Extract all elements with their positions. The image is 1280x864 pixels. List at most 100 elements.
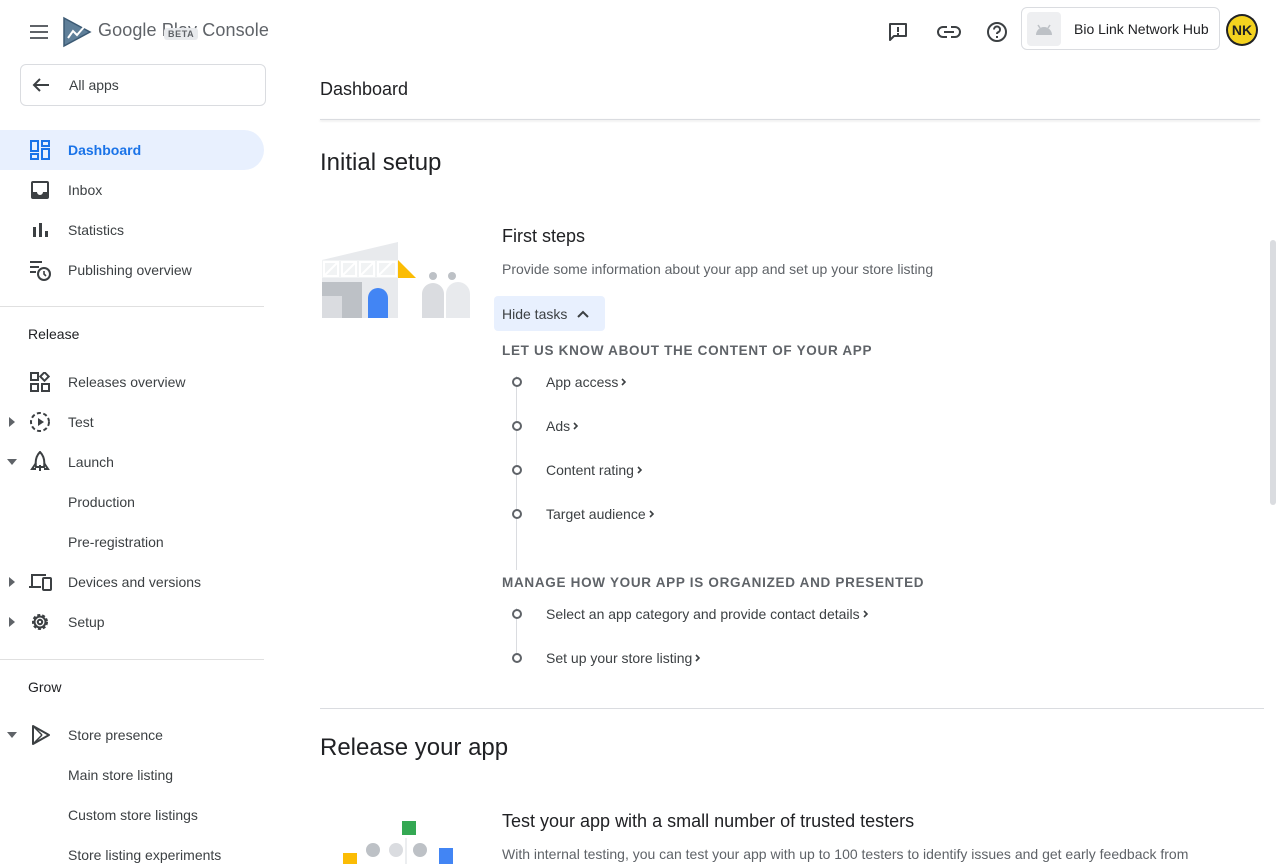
sidebar-item-label: Custom store listings [68, 807, 198, 823]
sidebar-item-label: Test [68, 414, 94, 430]
task-target-audience[interactable]: Target audience [510, 503, 655, 525]
sidebar-item-devices-and-versions[interactable]: Devices and versions [0, 562, 264, 602]
sidebar-item-dashboard[interactable]: Dashboard [0, 130, 264, 170]
chevron-right-icon [573, 421, 579, 431]
testers-illustration [343, 821, 453, 864]
arrow-back-icon [32, 78, 49, 92]
sidebar-item-publishing-overview[interactable]: Publishing overview [0, 250, 264, 290]
title-divider [320, 119, 1260, 120]
sidebar-item-releases-overview[interactable]: Releases overview [0, 362, 264, 402]
task-content-rating[interactable]: Content rating [510, 459, 643, 481]
task-app-category[interactable]: Select an app category and provide conta… [510, 603, 869, 625]
sidebar-item-label: Production [68, 494, 135, 510]
task-status-dot [512, 377, 522, 387]
feedback-button[interactable] [882, 16, 914, 48]
page-title: Dashboard [320, 79, 409, 99]
task-status-dot [512, 509, 522, 519]
sidebar-item-test[interactable]: Test [0, 402, 264, 442]
avatar-initials: NK [1228, 16, 1256, 44]
gear-icon [28, 610, 52, 634]
caret-right-icon [6, 416, 18, 428]
link-icon [937, 26, 961, 38]
chevron-right-icon [863, 609, 869, 619]
section-heading-release: Release [28, 326, 80, 342]
task-status-dot [512, 465, 522, 475]
sidebar-item-pre-registration[interactable]: Pre-registration [0, 522, 264, 562]
sidebar-item-setup[interactable]: Setup [0, 602, 264, 642]
help-icon [987, 22, 1007, 42]
avatar[interactable]: NK [1226, 14, 1258, 46]
chevron-right-icon [621, 377, 627, 387]
task-store-listing[interactable]: Set up your store listing [510, 647, 701, 669]
caret-right-icon [6, 576, 18, 588]
first-steps-description: Provide some information about your app … [502, 261, 934, 277]
app-name: Bio Link Network Hub [1074, 20, 1209, 37]
first-steps-illustration [322, 242, 470, 318]
task-label: Select an app category and provide conta… [546, 606, 860, 622]
sidebar-item-label: Launch [68, 454, 114, 470]
scrollbar-thumb[interactable] [1270, 240, 1276, 505]
chevron-up-icon [577, 310, 590, 318]
sidebar-item-production[interactable]: Production [0, 482, 264, 522]
test-app-title: Test your app with a small number of tru… [502, 811, 915, 831]
task-ads[interactable]: Ads [510, 415, 579, 437]
caret-down-icon [6, 456, 18, 468]
task-label: Ads [546, 418, 571, 434]
sidebar-item-store-listing-experiments[interactable]: Store listing experiments [0, 835, 264, 864]
bar-chart-icon [28, 218, 52, 242]
chevron-right-icon [637, 465, 643, 475]
help-button[interactable] [981, 16, 1013, 48]
first-steps-title: First steps [502, 226, 586, 246]
inbox-icon [28, 178, 52, 202]
android-icon [1027, 11, 1061, 46]
chevron-right-icon [695, 653, 701, 663]
hide-tasks-button[interactable]: Hide tasks [494, 296, 605, 331]
publishing-overview-icon [28, 258, 52, 282]
caret-right-icon [6, 616, 18, 628]
task-label: Target audience [546, 506, 646, 522]
releases-overview-icon [28, 370, 52, 394]
feedback-icon [889, 23, 907, 41]
hide-tasks-label: Hide tasks [502, 305, 568, 322]
sidebar-item-main-store-listing[interactable]: Main store listing [0, 755, 264, 795]
sidebar-item-inbox[interactable]: Inbox [0, 170, 264, 210]
sidebar-item-label: Releases overview [68, 374, 186, 390]
sidebar-item-label: Setup [68, 614, 105, 630]
test-icon [28, 410, 52, 434]
sidebar-item-label: Store presence [68, 727, 163, 743]
menu-icon [30, 25, 48, 39]
devices-icon [28, 570, 52, 594]
release-your-app-heading: Release your app [320, 734, 509, 761]
chevron-right-icon [649, 509, 655, 519]
sidebar-item-label: Pre-registration [68, 534, 164, 550]
all-apps-button[interactable]: All apps [20, 64, 266, 106]
copy-link-button[interactable] [933, 16, 965, 48]
section-divider [320, 708, 1264, 709]
task-status-dot [512, 609, 522, 619]
beta-badge: BETA [164, 28, 199, 40]
sidebar-item-label: Statistics [68, 222, 125, 238]
sidebar-item-label: Inbox [68, 182, 103, 198]
store-presence-icon [28, 723, 52, 747]
initial-setup-heading: Initial setup [320, 149, 442, 176]
task-group-heading: LET US KNOW ABOUT THE CONTENT OF YOUR AP… [502, 343, 873, 358]
sidebar-item-statistics[interactable]: Statistics [0, 210, 264, 250]
sidebar-item-label: Main store listing [68, 767, 174, 783]
task-status-dot [512, 653, 522, 663]
sidebar-item-label: Store listing experiments [68, 847, 222, 863]
task-group-heading: MANAGE HOW YOUR APP IS ORGANIZED AND PRE… [502, 575, 925, 590]
caret-down-icon [6, 729, 18, 741]
sidebar-item-store-presence[interactable]: Store presence [0, 715, 264, 755]
task-label: Content rating [546, 462, 634, 478]
sidebar-item-custom-store-listings[interactable]: Custom store listings [0, 795, 264, 835]
sidebar-item-label: Publishing overview [68, 262, 192, 278]
task-label: Set up your store listing [546, 650, 693, 666]
task-status-dot [512, 421, 522, 431]
sidebar-item-launch[interactable]: Launch [0, 442, 264, 482]
task-label: App access [546, 374, 619, 390]
all-apps-label: All apps [69, 77, 119, 93]
dashboard-icon [28, 138, 52, 162]
main-menu-button[interactable] [24, 16, 56, 48]
app-switcher[interactable]: Bio Link Network Hub [1021, 7, 1220, 50]
task-app-access[interactable]: App access [510, 371, 627, 393]
